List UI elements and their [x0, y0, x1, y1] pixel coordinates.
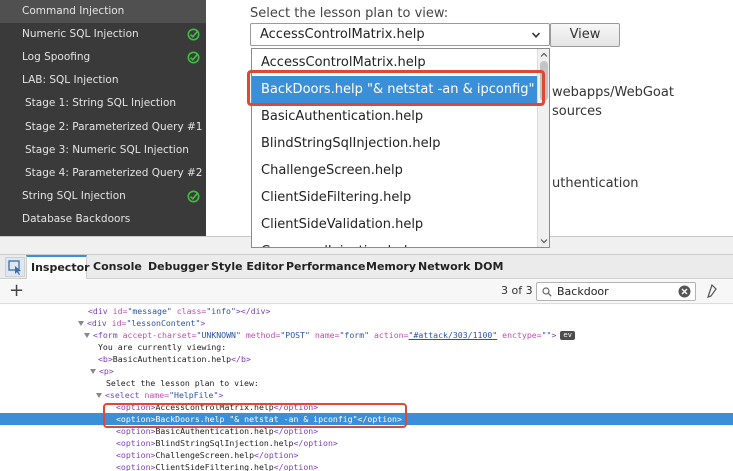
markup-node[interactable]: <p> [0, 365, 733, 377]
annotation-highlight-box [247, 70, 545, 106]
completed-check-icon [187, 51, 200, 64]
expand-triangle-icon[interactable] [96, 393, 102, 398]
sidebar-item-label: Stage 3: Numeric SQL Injection [25, 144, 189, 156]
inspector-toolbar: + 3 of 3 Backdoor [0, 280, 733, 304]
sidebar-item-label: String SQL Injection [22, 190, 126, 202]
markup-text-node[interactable]: You are currently viewing: [0, 341, 733, 353]
view-button[interactable]: View [550, 23, 620, 47]
select-value: AccessControlMatrix.help [260, 27, 425, 42]
clear-search-icon[interactable] [678, 285, 691, 298]
tab-dom[interactable]: DOM [474, 255, 503, 279]
sidebar-item-label: Stage 1: String SQL Injection [25, 97, 177, 109]
event-badge[interactable]: ev [560, 331, 575, 340]
background-text: webapps/WebGoat [552, 85, 674, 100]
tab-performance[interactable]: Performance [286, 255, 365, 279]
sidebar-item-database-backdoors[interactable]: Database Backdoors [0, 208, 206, 231]
completed-check-icon [187, 190, 200, 203]
search-value: Backdoor [557, 285, 609, 298]
background-text: uthentication [552, 176, 639, 191]
tab-console[interactable]: Console [93, 255, 142, 279]
expand-triangle-icon[interactable] [78, 321, 84, 326]
markup-node[interactable]: <option>ChallengeScreen.help</option> [0, 449, 733, 461]
markup-node[interactable]: <option>ClientSideFiltering.help</option… [0, 461, 733, 471]
select-label: Select the lesson plan to view: [250, 6, 449, 21]
markup-node[interactable]: <div id="lessonContent"> [0, 317, 733, 329]
dropdown-option[interactable]: CommandInjection.help [252, 238, 538, 247]
markup-node[interactable]: <form accept-charset="UNKNOWN" method="P… [0, 329, 733, 341]
completed-check-icon [187, 28, 200, 41]
tab-style-editor[interactable]: Style Editor [211, 255, 284, 279]
sidebar-item-label: Database Backdoors [22, 213, 131, 225]
sidebar-item-lab-sql-injection[interactable]: LAB: SQL Injection [0, 69, 206, 92]
markup-node[interactable]: <select name="HelpFile"> [0, 389, 733, 401]
search-icon [542, 287, 552, 297]
chevron-down-icon [531, 32, 541, 38]
sidebar-item-label: LAB: SQL Injection [22, 74, 119, 86]
element-picker-button[interactable] [5, 257, 25, 277]
sidebar-item-numeric-sql-injection[interactable]: Numeric SQL Injection [0, 23, 206, 46]
lesson-sidebar: Command Injection Numeric SQL Injection … [0, 0, 206, 236]
sidebar-item-label: Stage 4: Parameterized Query #2 [25, 167, 203, 179]
element-picker-icon [8, 260, 21, 275]
tab-network[interactable]: Network [418, 255, 470, 279]
chevron-down-icon[interactable] [540, 237, 548, 245]
dropdown-option[interactable]: ClientSideFiltering.help [252, 184, 538, 211]
sidebar-item-label: Command Injection [22, 5, 125, 17]
sidebar-item-stage-1[interactable]: Stage 1: String SQL Injection [0, 92, 206, 115]
sidebar-item-stage-2[interactable]: Stage 2: Parameterized Query #1 [0, 116, 206, 139]
markup-node[interactable]: <option>BlindStringSqlInjection.help</op… [0, 437, 733, 449]
sidebar-item-label: Stage 2: Parameterized Query #1 [25, 121, 203, 133]
sidebar-item-label: Numeric SQL Injection [22, 28, 139, 40]
annotation-highlight-box [103, 403, 407, 428]
tab-inspector[interactable]: Inspector [26, 255, 90, 279]
expand-triangle-icon[interactable] [90, 369, 96, 374]
markup-node[interactable]: <b>BasicAuthentication.help</b> [0, 353, 733, 365]
devtools-panel: Inspector Console Debugger Style Editor … [0, 236, 733, 471]
tab-debugger[interactable]: Debugger [148, 255, 209, 279]
chevron-up-icon[interactable] [540, 51, 548, 59]
lesson-plan-select[interactable]: AccessControlMatrix.help [250, 23, 550, 46]
add-node-button[interactable]: + [9, 281, 24, 301]
sidebar-item-stage-3[interactable]: Stage 3: Numeric SQL Injection [0, 139, 206, 162]
dropdown-option[interactable]: ChallengeScreen.help [252, 157, 538, 184]
devtools-tabbar: Inspector Console Debugger Style Editor … [0, 255, 733, 279]
markup-view: <div id="message" class="info"></div> <d… [0, 305, 733, 471]
eyedropper-icon[interactable] [707, 284, 717, 298]
sidebar-item-stage-4[interactable]: Stage 4: Parameterized Query #2 [0, 162, 206, 185]
screen: Command Injection Numeric SQL Injection … [0, 0, 733, 471]
dropdown-option[interactable]: BlindStringSqlInjection.help [252, 130, 538, 157]
tab-memory[interactable]: Memory [366, 255, 416, 279]
dropdown-option[interactable]: ClientSideValidation.help [252, 211, 538, 238]
markup-node[interactable]: <div id="message" class="info"></div> [0, 305, 733, 317]
markup-text-node[interactable]: Select the lesson plan to view: [0, 377, 733, 389]
expand-triangle-icon[interactable] [84, 333, 90, 338]
background-text: sources [552, 104, 602, 119]
sidebar-item-log-spoofing[interactable]: Log Spoofing [0, 46, 206, 69]
sidebar-item-command-injection[interactable]: Command Injection [0, 0, 206, 23]
sidebar-item-string-sql-injection[interactable]: String SQL Injection [0, 185, 206, 208]
sidebar-item-label: Log Spoofing [22, 51, 91, 63]
markup-search-input[interactable]: Backdoor [536, 282, 696, 301]
dropdown-option[interactable]: BasicAuthentication.help [252, 103, 538, 130]
search-match-count: 3 of 3 [501, 284, 533, 297]
